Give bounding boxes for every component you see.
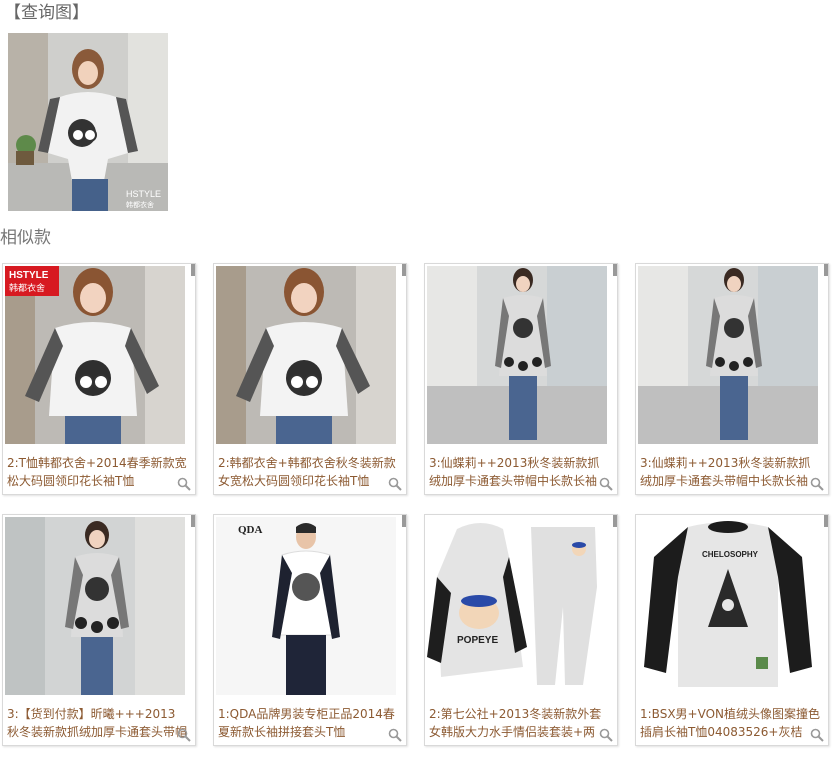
query-image: HSTYLE 韩都衣舍: [8, 33, 168, 211]
similar-title: 相似款: [0, 228, 51, 248]
result-caption[interactable]: 2:第七公社+2013冬装新款外套女韩版大力水手情侣装套装+两: [429, 705, 609, 741]
result-image[interactable]: CHELOSOPHY: [638, 517, 818, 695]
result-image[interactable]: [427, 266, 607, 444]
print-text: POPEYE: [457, 635, 498, 646]
result-image[interactable]: POPEYE: [427, 517, 607, 695]
zoom-icon[interactable]: [810, 728, 824, 742]
print-text: CHELOSOPHY: [702, 550, 759, 559]
corner-marker: [191, 515, 195, 527]
result-caption[interactable]: 1:QDA品牌男装专柜正品2014春夏新款长袖拼接套头T恤: [218, 705, 398, 741]
result-image[interactable]: QDA: [216, 517, 396, 695]
corner-marker: [402, 515, 406, 527]
result-caption[interactable]: 2:T恤韩都衣舍+2014春季新款宽松大码圆领印花长袖T恤: [7, 454, 187, 490]
result-image[interactable]: HSTYLE 韩都衣舍: [5, 266, 185, 444]
result-image[interactable]: [216, 266, 396, 444]
result-caption[interactable]: 2:韩都衣舍+韩都衣舍秋冬装新款女宽松大码圆领印花长袖T恤: [218, 454, 398, 490]
corner-marker: [613, 264, 617, 276]
corner-marker: [402, 264, 406, 276]
result-caption[interactable]: 3:【货到付款】昕曦+++2013秋冬装新款抓绒加厚卡通套头带帽: [7, 705, 187, 741]
brand-badge-subtext: 韩都衣舍: [9, 282, 45, 294]
brand-logo-text: QDA: [238, 524, 263, 536]
zoom-icon[interactable]: [599, 477, 613, 491]
result-image[interactable]: [638, 266, 818, 444]
result-card[interactable]: CHELOSOPHY 1:BSX男+VON植绒头像图案撞色插肩长袖T恤04083…: [635, 514, 829, 746]
zoom-icon[interactable]: [388, 477, 402, 491]
zoom-icon[interactable]: [810, 477, 824, 491]
result-card[interactable]: POPEYE 2:第七公社+2013冬装新款外套女韩版大力水手情侣装套装+两: [424, 514, 618, 746]
result-card[interactable]: HSTYLE 韩都衣舍 2:T恤韩都衣舍+2014春季新款宽松大码圆领印花长袖T…: [2, 263, 196, 495]
brand-badge-text: HSTYLE: [9, 270, 49, 281]
result-card[interactable]: QDA 1:QDA品牌男装专柜正品2014春夏新款长袖拼接套头T恤: [213, 514, 407, 746]
svg-text:HSTYLE: HSTYLE: [126, 189, 161, 199]
result-card[interactable]: 2:韩都衣舍+韩都衣舍秋冬装新款女宽松大码圆领印花长袖T恤: [213, 263, 407, 495]
zoom-icon[interactable]: [388, 728, 402, 742]
corner-marker: [824, 515, 828, 527]
result-caption[interactable]: 3:仙蝶莉++2013秋冬装新款抓绒加厚卡通套头带帽中长款长袖: [429, 454, 609, 490]
result-caption[interactable]: 1:BSX男+VON植绒头像图案撞色插肩长袖T恤04083526+灰桔: [640, 705, 820, 741]
zoom-icon[interactable]: [599, 728, 613, 742]
result-caption[interactable]: 3:仙蝶莉++2013秋冬装新款抓绒加厚卡通套头带帽中长款长袖: [640, 454, 820, 490]
result-card[interactable]: 3:仙蝶莉++2013秋冬装新款抓绒加厚卡通套头带帽中长款长袖: [424, 263, 618, 495]
result-card[interactable]: 3:仙蝶莉++2013秋冬装新款抓绒加厚卡通套头带帽中长款长袖: [635, 263, 829, 495]
svg-text:韩都衣舍: 韩都衣舍: [126, 200, 154, 209]
zoom-icon[interactable]: [177, 477, 191, 491]
corner-marker: [613, 515, 617, 527]
result-card[interactable]: 3:【货到付款】昕曦+++2013秋冬装新款抓绒加厚卡通套头带帽: [2, 514, 196, 746]
result-image[interactable]: [5, 517, 185, 695]
zoom-icon[interactable]: [177, 728, 191, 742]
corner-marker: [824, 264, 828, 276]
corner-marker: [191, 264, 195, 276]
query-title: 【查询图】: [4, 3, 89, 23]
